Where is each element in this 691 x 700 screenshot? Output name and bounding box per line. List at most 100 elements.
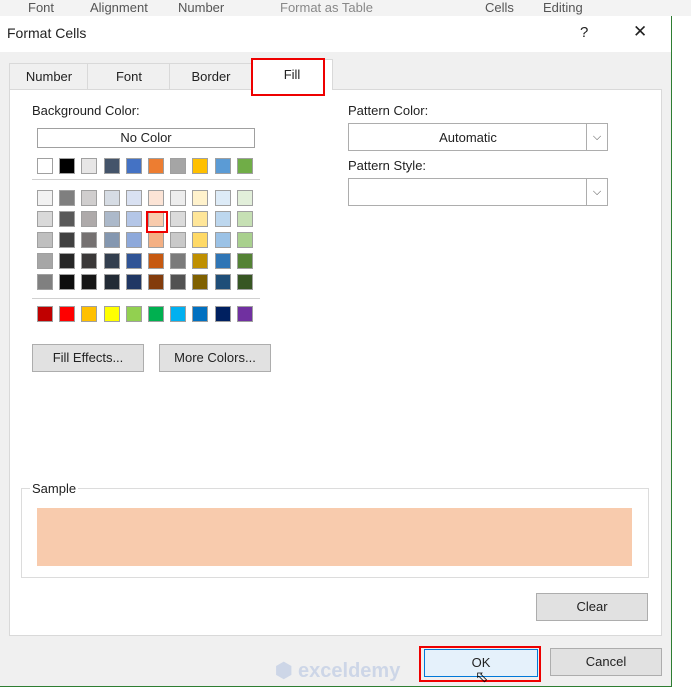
tint-color-swatch[interactable] [125, 211, 142, 227]
tint-color-swatch[interactable] [59, 190, 76, 206]
ribbon-number-group: Number [178, 0, 225, 15]
title-bar: Format Cells ? ✕ [0, 16, 671, 52]
tint-color-swatch[interactable] [59, 253, 76, 269]
tint-color-swatch[interactable] [37, 274, 53, 290]
tint-color-swatch[interactable] [214, 232, 231, 248]
ribbon-editing-group: Editing [543, 0, 583, 15]
tint-color-swatch[interactable] [170, 211, 187, 227]
tint-color-swatch[interactable] [170, 232, 187, 248]
tint-color-swatch[interactable] [236, 211, 253, 227]
tint-color-swatch[interactable] [125, 253, 142, 269]
highlight-selected-color [146, 211, 168, 233]
tab-number[interactable]: Number [9, 63, 89, 90]
tint-color-swatch[interactable] [148, 253, 164, 269]
tint-color-swatch[interactable] [214, 274, 231, 290]
theme-color-swatch[interactable] [81, 158, 98, 174]
tint-color-swatch[interactable] [214, 190, 231, 206]
cancel-button[interactable]: Cancel [550, 648, 662, 676]
clear-button[interactable]: Clear [536, 593, 648, 621]
watermark-text: exceldemy [298, 660, 401, 682]
tint-color-swatch[interactable] [81, 253, 98, 269]
ribbon-cells-group: Cells [485, 0, 514, 15]
help-button[interactable]: ? [580, 24, 588, 41]
tint-color-swatch[interactable] [170, 253, 187, 269]
tint-color-swatch[interactable] [59, 211, 76, 227]
tint-color-swatch[interactable] [192, 232, 209, 248]
tint-color-swatch[interactable] [59, 232, 76, 248]
tint-color-swatch[interactable] [148, 190, 164, 206]
tint-color-swatch[interactable] [192, 190, 209, 206]
tint-color-swatch[interactable] [37, 211, 53, 227]
sample-group: Sample [21, 481, 649, 578]
pattern-color-dropdown[interactable]: Automatic ⌵ [348, 123, 608, 151]
tint-color-swatch[interactable] [214, 253, 231, 269]
standard-color-swatch[interactable] [103, 306, 120, 322]
ribbon-font-group: Font [28, 0, 55, 15]
theme-color-swatch[interactable] [148, 158, 164, 174]
tint-color-swatch[interactable] [236, 190, 253, 206]
tint-color-swatch[interactable] [236, 274, 253, 290]
standard-color-swatch[interactable] [59, 306, 76, 322]
mouse-cursor-icon: ⬁ [475, 669, 489, 686]
theme-color-swatch[interactable] [170, 158, 187, 174]
tint-color-swatch[interactable] [192, 211, 209, 227]
tint-color-swatch[interactable] [37, 190, 53, 206]
more-colors-button[interactable]: More Colors... [159, 344, 271, 372]
tint-color-swatch[interactable] [59, 274, 76, 290]
tint-color-swatch[interactable] [37, 253, 53, 269]
pattern-color-label: Pattern Color: [348, 103, 429, 118]
standard-color-swatch[interactable] [192, 306, 209, 322]
tint-color-swatch[interactable] [125, 232, 142, 248]
background-color-label: Background Color: [32, 103, 140, 118]
dialog-title: Format Cells [7, 25, 87, 41]
standard-color-swatch[interactable] [170, 306, 187, 322]
tint-color-swatch[interactable] [148, 232, 164, 248]
tint-color-swatch[interactable] [214, 211, 231, 227]
close-icon[interactable]: ✕ [633, 22, 647, 42]
tint-color-swatch[interactable] [81, 190, 98, 206]
tint-color-swatch[interactable] [81, 274, 98, 290]
theme-color-swatch[interactable] [37, 158, 53, 174]
divider [32, 298, 260, 299]
standard-color-swatch[interactable] [125, 306, 142, 322]
tint-color-swatch[interactable] [170, 190, 187, 206]
standard-color-swatch[interactable] [236, 306, 253, 322]
chevron-down-icon: ⌵ [586, 179, 607, 205]
fill-panel: Background Color: No Color Fill Effects.… [9, 89, 662, 636]
tab-font[interactable]: Font [87, 63, 171, 90]
standard-color-swatch[interactable] [148, 306, 164, 322]
tint-color-swatch[interactable] [103, 211, 120, 227]
theme-color-swatch[interactable] [214, 158, 231, 174]
pattern-style-label: Pattern Style: [348, 158, 427, 173]
theme-color-swatch[interactable] [236, 158, 253, 174]
fill-effects-button[interactable]: Fill Effects... [32, 344, 144, 372]
watermark-icon: ⬢ [275, 660, 293, 682]
tab-border[interactable]: Border [169, 63, 253, 90]
tint-color-swatch[interactable] [125, 274, 142, 290]
tint-color-swatch[interactable] [125, 190, 142, 206]
pattern-style-dropdown[interactable]: ⌵ [348, 178, 608, 206]
standard-color-swatch[interactable] [214, 306, 231, 322]
tint-color-swatch[interactable] [103, 190, 120, 206]
tint-color-swatch[interactable] [81, 211, 98, 227]
tint-color-swatch[interactable] [170, 274, 187, 290]
standard-color-swatch[interactable] [81, 306, 98, 322]
sample-label: Sample [30, 481, 79, 496]
theme-color-swatch[interactable] [103, 158, 120, 174]
no-color-button[interactable]: No Color [37, 128, 255, 148]
theme-color-swatch[interactable] [125, 158, 142, 174]
tint-color-swatch[interactable] [236, 232, 253, 248]
tint-color-swatch[interactable] [192, 253, 209, 269]
tint-color-swatch[interactable] [236, 253, 253, 269]
tint-color-swatch[interactable] [37, 232, 53, 248]
standard-color-swatch[interactable] [37, 306, 53, 322]
tint-color-swatch[interactable] [103, 253, 120, 269]
theme-color-swatch[interactable] [192, 158, 209, 174]
tint-color-swatch[interactable] [192, 274, 209, 290]
tint-color-swatch[interactable] [148, 274, 164, 290]
tint-color-swatch[interactable] [103, 274, 120, 290]
watermark-logo: ⬢ exceldemy [275, 658, 400, 683]
tint-color-swatch[interactable] [103, 232, 120, 248]
theme-color-swatch[interactable] [59, 158, 76, 174]
tint-color-swatch[interactable] [81, 232, 98, 248]
